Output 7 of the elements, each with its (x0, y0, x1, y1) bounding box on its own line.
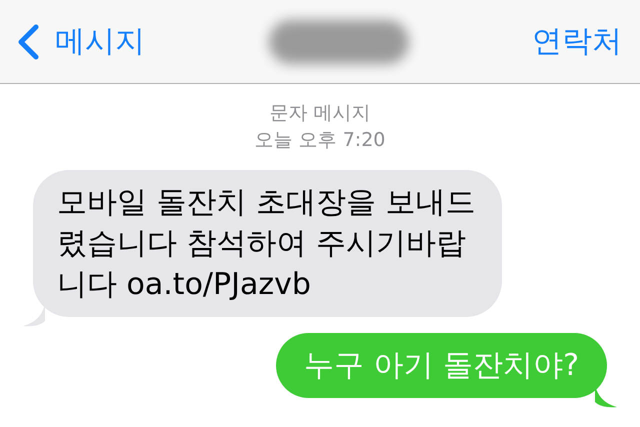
back-button[interactable]: 메시지 (17, 24, 145, 60)
received-message-text: 모바일 돌잔치 초대장을 보내드 렸습니다 참석하여 주시기바랍 니다 oa.to/PJazvb (57, 185, 476, 302)
service-label: 문자 메시지 (268, 101, 372, 126)
message-timestamp: 오늘 오후 7:20 (254, 128, 386, 153)
sent-message-text: 누구 아기 돌잔치야? (304, 348, 579, 383)
contacts-link[interactable]: 연락처 (532, 26, 622, 56)
back-chevron-icon (17, 24, 39, 60)
